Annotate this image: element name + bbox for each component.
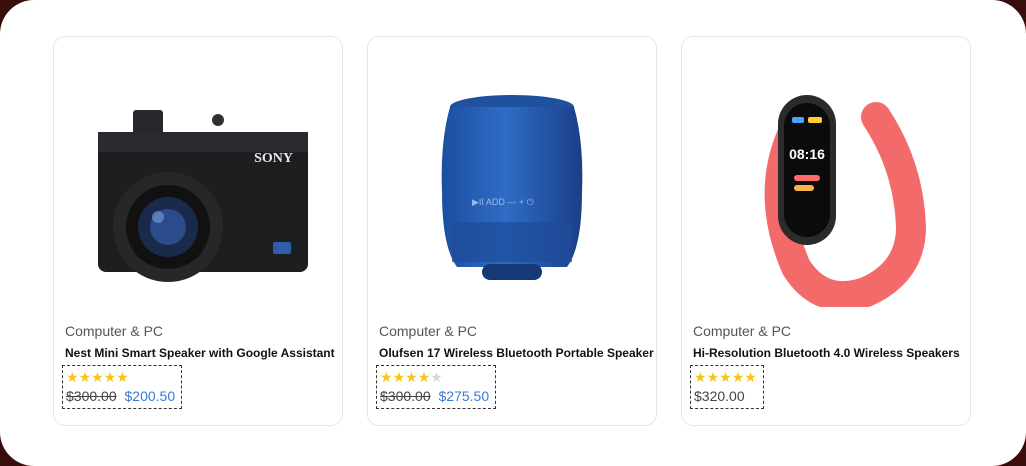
sale-price: $275.50 — [438, 388, 490, 404]
product-image-speaker[interactable]: ▶II ADD — + ⏻ — [368, 57, 656, 327]
star-icon: ★ — [694, 369, 707, 385]
rating-price-box: ★★★★★ $320.00 — [690, 365, 764, 409]
star-icon: ★ — [706, 369, 720, 385]
sale-price: $200.50 — [124, 388, 176, 404]
star-icon: ★ — [380, 369, 393, 385]
star-icon: ★ — [719, 369, 732, 385]
original-price: $300.00 — [66, 388, 117, 404]
product-panel: SONY Computer & PC Nest Mini Smart Speak… — [0, 0, 1026, 466]
star-icon: ★ — [417, 369, 431, 385]
star-icon: ★ — [103, 369, 117, 385]
rating-price-box: ★★★★★ $300.00 $275.50 — [376, 365, 497, 409]
product-card[interactable]: SONY Computer & PC Nest Mini Smart Speak… — [53, 36, 343, 426]
star-icon: ★ — [91, 369, 104, 385]
star-rating: ★★★★★ — [380, 369, 489, 385]
product-card[interactable]: ▶II ADD — + ⏻ Computer & PC Olufsen 17 W… — [367, 36, 657, 426]
product-category[interactable]: Computer & PC — [379, 323, 477, 339]
star-icon: ★ — [405, 369, 418, 385]
original-price: $300.00 — [380, 388, 431, 404]
product-title[interactable]: Olufsen 17 Wireless Bluetooth Portable S… — [379, 346, 654, 360]
star-icon: ★ — [116, 369, 129, 385]
star-icon: ★ — [731, 369, 745, 385]
product-image-camera[interactable]: SONY — [54, 57, 342, 327]
fitness-band-image: 08:16 — [764, 95, 926, 307]
star-icon: ★ — [744, 369, 757, 385]
product-price: $320.00 — [694, 388, 745, 404]
star-icon: ★ — [66, 369, 79, 385]
speaker-image: ▶II ADD — + ⏻ — [441, 95, 583, 280]
watch-time: 08:16 — [789, 146, 825, 162]
star-icon: ★ — [392, 369, 406, 385]
star-icon: ★ — [78, 369, 92, 385]
rating-price-box: ★★★★★ $300.00 $200.50 — [62, 365, 183, 409]
product-card[interactable]: 08:16 Computer & PC Hi-Resolution Blueto… — [681, 36, 971, 426]
star-rating: ★★★★★ — [694, 369, 757, 385]
star-rating: ★★★★★ — [66, 369, 175, 385]
product-title[interactable]: Nest Mini Smart Speaker with Google Assi… — [65, 346, 335, 360]
product-category[interactable]: Computer & PC — [65, 323, 163, 339]
product-category[interactable]: Computer & PC — [693, 323, 791, 339]
star-icon: ★ — [430, 369, 443, 385]
svg-text:▶II ADD — + ⏻: ▶II ADD — + ⏻ — [472, 197, 534, 207]
camera-image: SONY — [98, 110, 308, 282]
brand-logo: SONY — [254, 151, 293, 166]
product-title[interactable]: Hi-Resolution Bluetooth 4.0 Wireless Spe… — [693, 346, 960, 360]
product-image-fitness-band[interactable]: 08:16 — [682, 57, 970, 327]
